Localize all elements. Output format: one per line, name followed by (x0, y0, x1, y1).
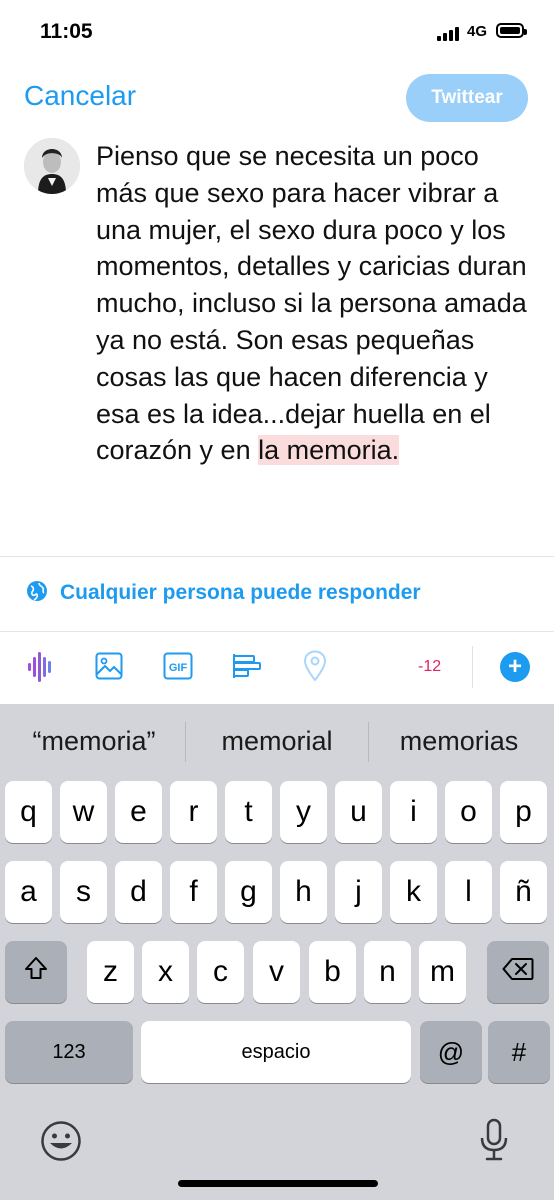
key-r[interactable]: r (170, 781, 217, 843)
keyboard: “memoria” memorial memorias q w e r t y … (0, 704, 554, 1200)
suggestion-bar: “memoria” memorial memorias (0, 704, 554, 780)
key-x[interactable]: x (142, 941, 189, 1003)
suggestion-3[interactable]: memorias (371, 726, 547, 757)
key-p[interactable]: p (500, 781, 547, 843)
tweet-button[interactable]: Twittear (406, 74, 528, 122)
key-b[interactable]: b (309, 941, 356, 1003)
backspace-icon (502, 955, 534, 989)
key-m[interactable]: m (419, 941, 466, 1003)
space-key[interactable]: espacio (141, 1021, 411, 1083)
cancel-button[interactable]: Cancelar (24, 80, 136, 112)
avatar[interactable] (24, 138, 80, 194)
suggestion-2[interactable]: memorial (188, 726, 366, 757)
key-f[interactable]: f (170, 861, 217, 923)
toolbar-separator (472, 646, 473, 688)
reply-setting[interactable]: Cualquier persona puede responder (26, 578, 421, 608)
reply-setting-label: Cualquier persona puede responder (60, 581, 421, 604)
tweet-text-highlight: la memoria. (258, 435, 400, 466)
key-v[interactable]: v (253, 941, 300, 1003)
key-o[interactable]: o (445, 781, 492, 843)
key-l[interactable]: l (445, 861, 492, 923)
image-icon[interactable] (95, 652, 123, 685)
key-j[interactable]: j (335, 861, 382, 923)
key-d[interactable]: d (115, 861, 162, 923)
key-q[interactable]: q (5, 781, 52, 843)
shift-icon (23, 955, 49, 989)
divider (0, 556, 554, 557)
key-c[interactable]: c (197, 941, 244, 1003)
key-a[interactable]: a (5, 861, 52, 923)
gif-icon[interactable]: GIF (163, 652, 193, 685)
key-u[interactable]: u (335, 781, 382, 843)
tweet-text[interactable]: Pienso que se necesita un poco más que s… (96, 138, 536, 469)
add-icon[interactable]: + (500, 652, 530, 682)
key-t[interactable]: t (225, 781, 272, 843)
suggestion-1[interactable]: “memoria” (6, 726, 182, 757)
key-enye[interactable]: ñ (500, 861, 547, 923)
suggestion-separator (185, 722, 186, 762)
emoji-icon[interactable] (40, 1120, 82, 1167)
tweet-text-body: Pienso que se necesita un poco más que s… (96, 141, 527, 466)
backspace-key[interactable] (487, 941, 549, 1003)
key-i[interactable]: i (390, 781, 437, 843)
hash-key[interactable]: # (488, 1021, 550, 1083)
key-z[interactable]: z (87, 941, 134, 1003)
key-w[interactable]: w (60, 781, 107, 843)
globe-icon (26, 580, 48, 607)
microphone-icon[interactable] (478, 1118, 510, 1167)
poll-icon[interactable] (232, 652, 262, 685)
numbers-key[interactable]: 123 (5, 1021, 133, 1083)
network-label: 4G (467, 23, 488, 40)
key-y[interactable]: y (280, 781, 327, 843)
suggestion-separator (368, 722, 369, 762)
key-n[interactable]: n (364, 941, 411, 1003)
key-k[interactable]: k (390, 861, 437, 923)
battery-icon (496, 23, 527, 38)
home-indicator (178, 1180, 378, 1187)
key-g[interactable]: g (225, 861, 272, 923)
character-counter: -12 (418, 658, 442, 675)
status-time: 11:05 (40, 20, 93, 43)
shift-key[interactable] (5, 941, 67, 1003)
voice-icon[interactable] (28, 650, 54, 689)
key-h[interactable]: h (280, 861, 327, 923)
key-s[interactable]: s (60, 861, 107, 923)
status-bar: 11:05 4G (0, 0, 554, 64)
signal-icon (437, 25, 461, 41)
gif-label: GIF (169, 662, 188, 674)
at-key[interactable]: @ (420, 1021, 482, 1083)
location-icon[interactable] (303, 650, 327, 687)
key-e[interactable]: e (115, 781, 162, 843)
compose-toolbar: GIF -12 + (0, 632, 554, 704)
